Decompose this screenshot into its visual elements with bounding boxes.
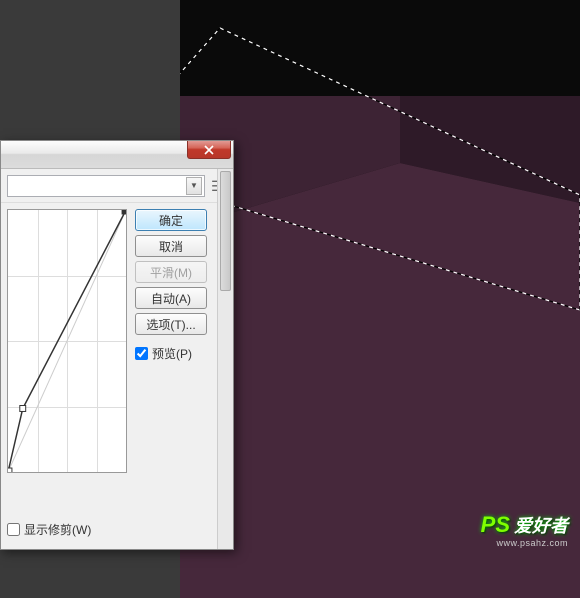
dialog-scrollbar[interactable] — [217, 169, 233, 549]
smooth-button: 平滑(M) — [135, 261, 207, 283]
ok-button[interactable]: 确定 — [135, 209, 207, 231]
watermark-text: 爱好者 — [514, 512, 568, 538]
watermark-prefix: PS — [481, 512, 510, 538]
dialog-titlebar[interactable] — [1, 141, 233, 169]
scrollbar-thumb[interactable] — [220, 171, 231, 291]
cancel-button[interactable]: 取消 — [135, 235, 207, 257]
show-clipping-input[interactable] — [7, 523, 20, 536]
auto-button[interactable]: 自动(A) — [135, 287, 207, 309]
close-icon — [204, 145, 214, 155]
canvas-workspace[interactable] — [180, 0, 580, 550]
preset-dropdown[interactable]: ▼ — [7, 175, 205, 197]
curves-graph[interactable] — [7, 209, 127, 473]
watermark-url: www.psahz.com — [496, 538, 568, 548]
close-button[interactable] — [187, 141, 231, 159]
preview-checkbox[interactable]: 预览(P) — [135, 345, 207, 362]
chevron-down-icon: ▼ — [186, 177, 202, 195]
show-clipping-checkbox[interactable]: 显示修剪(W) — [7, 521, 127, 538]
options-button[interactable]: 选项(T)... — [135, 313, 207, 335]
preview-label: 预览(P) — [152, 345, 192, 362]
watermark: PS 爱好者 — [481, 512, 568, 538]
curve-path — [8, 210, 126, 472]
preset-row: ▼ ☰ — [1, 169, 233, 203]
preview-input[interactable] — [135, 347, 148, 360]
show-clipping-label: 显示修剪(W) — [24, 521, 91, 538]
curves-dialog: ▼ ☰ 显示修剪(W) — [0, 140, 234, 550]
